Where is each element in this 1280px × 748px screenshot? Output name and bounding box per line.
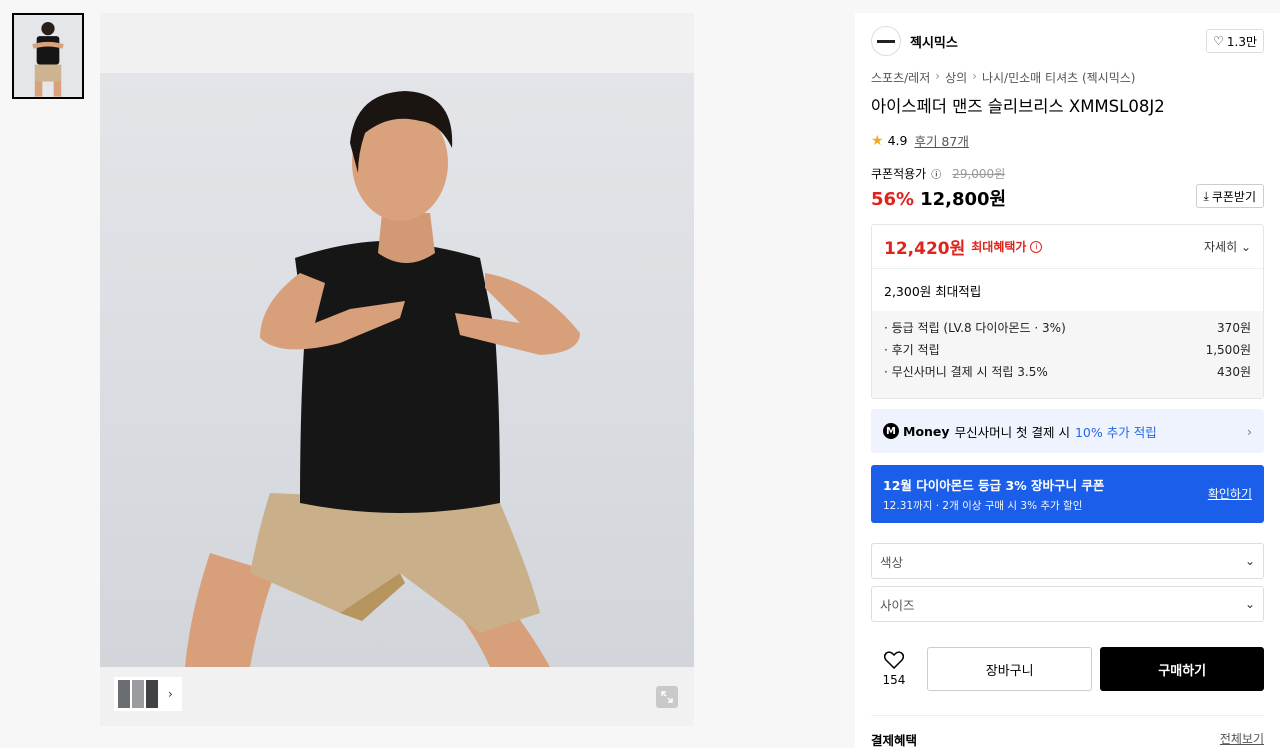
view-all-link[interactable]: 전체보기 bbox=[1220, 730, 1264, 748]
brand-logo[interactable] bbox=[871, 26, 901, 56]
breadcrumb: 스포츠/레저 › 상의 › 나시/민소매 티셔츠 (젝시믹스) bbox=[871, 69, 1136, 86]
size-select-label: 사이즈 bbox=[880, 597, 915, 613]
chevron-right-icon[interactable]: › bbox=[168, 687, 173, 701]
chevron-right-icon: › bbox=[935, 69, 941, 83]
product-gallery: › bbox=[100, 13, 694, 726]
max-benefit-tag: 최대혜택가 bbox=[971, 240, 1027, 254]
rating-row: ★ 4.9 후기 87개 bbox=[871, 131, 969, 150]
money-brand: Money bbox=[903, 423, 950, 439]
carousel-thumb[interactable] bbox=[146, 680, 158, 708]
coupon-confirm-link[interactable]: 확인하기 bbox=[1208, 485, 1252, 502]
detail-label: 자세히 bbox=[1203, 240, 1238, 254]
payment-benefit-row: 결제혜택 전체보기 bbox=[871, 715, 1264, 748]
size-select[interactable]: 사이즈 ⌄ bbox=[871, 586, 1264, 622]
product-info-panel: 젝시믹스 ♡ 1.3만 스포츠/레저 › 상의 › 나시/민소매 티셔츠 (젝시… bbox=[855, 13, 1280, 748]
points-label: · 무신사머니 결제 시 적립 3.5% bbox=[884, 365, 1048, 379]
max-benefit-header[interactable]: 12,420원 최대혜택가 i 자세히 ⌄ bbox=[872, 225, 1263, 269]
money-logo-icon: M bbox=[883, 423, 899, 439]
heart-icon: ♡ bbox=[1213, 34, 1224, 48]
carousel-thumb[interactable] bbox=[132, 680, 144, 708]
points-value: 370원 bbox=[1217, 321, 1251, 335]
product-title: 아이스페더 맨즈 슬리브리스 XMMSL08J2 bbox=[871, 97, 1165, 116]
coupon-price-label: 쿠폰적용가 bbox=[871, 167, 927, 181]
breadcrumb-item[interactable]: 나시/민소매 티셔츠 (젝시믹스) bbox=[982, 69, 1136, 86]
chevron-down-icon: ⌄ bbox=[1240, 240, 1251, 254]
price-row: 56% 12,800원 bbox=[871, 185, 1006, 211]
breadcrumb-item[interactable]: 스포츠/레저 bbox=[871, 69, 930, 86]
wishlist-button[interactable]: 154 bbox=[871, 651, 917, 687]
grade-coupon-banner: 12월 다이아몬드 등급 3% 장바구니 쿠폰 12.31까지 · 2개 이상 … bbox=[871, 465, 1264, 523]
money-highlight: 10% 추가 적립 bbox=[1074, 424, 1157, 440]
points-label: · 등급 적립 (LV.8 다이아몬드 · 3%) bbox=[884, 321, 1066, 335]
product-thumbnail-image bbox=[14, 15, 82, 97]
points-value: 1,500원 bbox=[1205, 343, 1251, 357]
chevron-down-icon: ⌄ bbox=[1244, 554, 1255, 568]
heart-icon bbox=[883, 651, 904, 669]
buy-now-button[interactable]: 구매하기 bbox=[1100, 647, 1264, 691]
get-coupon-button[interactable]: ⤓ 쿠폰받기 bbox=[1195, 184, 1264, 208]
get-coupon-label: 쿠폰받기 bbox=[1211, 189, 1256, 204]
info-icon[interactable]: ⓘ bbox=[931, 166, 941, 181]
expand-icon[interactable] bbox=[656, 686, 678, 708]
gallery-thumbnail-selected[interactable] bbox=[12, 13, 84, 99]
color-select-label: 색상 bbox=[880, 554, 904, 570]
coupon-banner-title: 12월 다이아몬드 등급 3% 장바구니 쿠폰 bbox=[883, 478, 1105, 493]
points-row: · 무신사머니 결제 시 적립 3.5% 430원 bbox=[884, 361, 1251, 383]
wishlist-count: 154 bbox=[882, 673, 906, 687]
add-to-cart-button[interactable]: 장바구니 bbox=[926, 647, 1093, 691]
star-icon: ★ bbox=[871, 132, 884, 149]
thumbnail-carousel[interactable]: › bbox=[114, 677, 182, 711]
chevron-right-icon: › bbox=[972, 69, 977, 83]
final-price: 12,800원 bbox=[920, 189, 1007, 210]
color-select[interactable]: 색상 ⌄ bbox=[871, 543, 1264, 579]
points-list: · 등급 적립 (LV.8 다이아몬드 · 3%) 370원 · 후기 적립 1… bbox=[872, 311, 1263, 398]
chevron-right-icon: › bbox=[1247, 423, 1252, 439]
payment-benefit-label: 결제혜택 bbox=[871, 733, 918, 748]
gallery-footer: › bbox=[100, 667, 694, 726]
product-main-image[interactable] bbox=[100, 73, 694, 667]
discount-percent: 56% bbox=[871, 189, 915, 210]
original-price: 29,000원 bbox=[952, 167, 1006, 181]
purchase-actions: 154 장바구니 구매하기 bbox=[871, 646, 1264, 692]
brand-like-button[interactable]: ♡ 1.3만 bbox=[1206, 29, 1264, 53]
expand-glyph bbox=[661, 691, 673, 703]
money-text: 무신사머니 첫 결제 시 bbox=[954, 424, 1070, 440]
musinsa-money-banner[interactable]: M Money 무신사머니 첫 결제 시 10% 추가 적립 › bbox=[871, 409, 1264, 453]
points-label: · 후기 적립 bbox=[884, 343, 940, 357]
points-value: 430원 bbox=[1217, 365, 1251, 379]
detail-toggle[interactable]: 자세히 ⌄ bbox=[1204, 238, 1251, 255]
download-icon: ⤓ bbox=[1203, 188, 1209, 203]
max-benefit-box: 12,420원 최대혜택가 i 자세히 ⌄ 2,300원 최대적립 · 등급 적… bbox=[871, 224, 1264, 399]
rating-score: 4.9 bbox=[887, 133, 908, 148]
chevron-down-icon: ⌄ bbox=[1244, 597, 1255, 611]
coupon-banner-subtitle: 12.31까지 · 2개 이상 구매 시 3% 추가 할인 bbox=[883, 500, 1083, 512]
brand-name[interactable]: 젝시믹스 bbox=[910, 32, 958, 51]
breadcrumb-item[interactable]: 상의 bbox=[945, 69, 967, 86]
coupon-price-label-row: 쿠폰적용가 ⓘ 29,000원 bbox=[871, 165, 1005, 182]
model-photo-illustration bbox=[100, 73, 694, 667]
product-page: › 젝시믹스 ♡ 1.3만 스포츠/레저 › 상의 › 나시/민소매 티셔츠 (… bbox=[0, 0, 1280, 748]
points-row: · 후기 적립 1,500원 bbox=[884, 339, 1251, 361]
info-icon[interactable]: i bbox=[1030, 240, 1043, 253]
brand-row: 젝시믹스 ♡ 1.3만 bbox=[871, 25, 1264, 57]
brand-like-count: 1.3만 bbox=[1226, 34, 1257, 49]
max-benefit-price: 12,420원 bbox=[884, 239, 966, 259]
reviews-link[interactable]: 후기 87개 bbox=[914, 131, 968, 150]
carousel-thumb[interactable] bbox=[118, 680, 130, 708]
max-points-title: 2,300원 최대적립 bbox=[884, 283, 982, 299]
points-row: · 등급 적립 (LV.8 다이아몬드 · 3%) 370원 bbox=[884, 317, 1251, 339]
